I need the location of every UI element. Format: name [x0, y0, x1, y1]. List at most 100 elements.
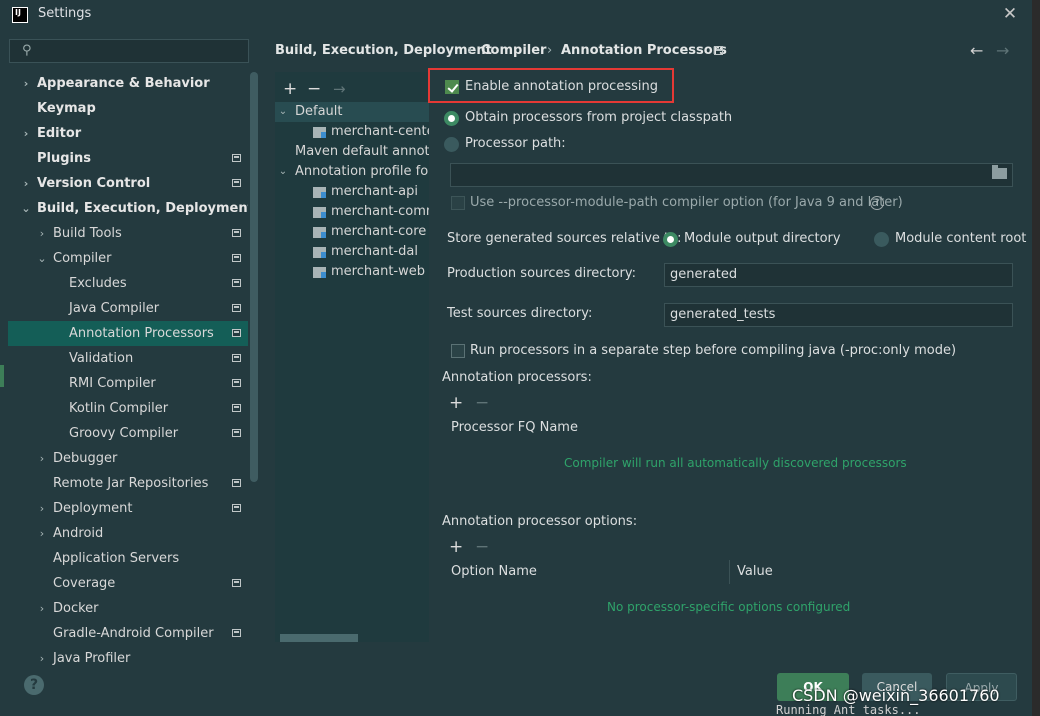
profile-list-item[interactable]: ⌄ Default [275, 102, 429, 122]
option-value-header[interactable]: Value [737, 564, 773, 579]
sidebar-item[interactable]: Java Compiler [8, 296, 248, 321]
project-level-icon [232, 354, 241, 362]
chevron-right-icon[interactable]: › [36, 646, 48, 671]
sidebar-item[interactable]: › Android [8, 521, 248, 546]
chevron-down-icon[interactable]: ⌄ [20, 196, 32, 221]
enable-annotation-checkbox[interactable] [445, 80, 459, 94]
chevron-down-icon[interactable]: ⌄ [36, 246, 48, 271]
sidebar-item[interactable]: Groovy Compiler [8, 421, 248, 446]
sidebar-item[interactable]: Excludes [8, 271, 248, 296]
sidebar-item[interactable]: › Debugger [8, 446, 248, 471]
sidebar-item[interactable]: Annotation Processors [8, 321, 248, 346]
profile-list-item[interactable]: merchant-center [275, 122, 429, 142]
profile-list-item[interactable]: merchant-comm [275, 202, 429, 222]
profile-label: merchant-core [331, 224, 427, 239]
chevron-right-icon[interactable]: › [20, 121, 32, 146]
sidebar-item[interactable]: Remote Jar Repositories [8, 471, 248, 496]
remove-profile-button[interactable]: − [307, 79, 321, 99]
run-separate-checkbox[interactable] [451, 344, 465, 358]
project-level-icon [232, 479, 241, 487]
profile-list-item[interactable]: ⌄ Annotation profile for r [275, 162, 429, 182]
sidebar-item[interactable]: Plugins [8, 146, 248, 171]
profile-list-item[interactable]: merchant-web [275, 262, 429, 282]
profile-label: Annotation profile for r [295, 164, 429, 179]
obtain-classpath-label: Obtain processors from project classpath [465, 110, 733, 125]
processor-module-path-checkbox[interactable] [451, 196, 465, 210]
sidebar-item[interactable]: › Deployment [8, 496, 248, 521]
sidebar-item[interactable]: Application Servers [8, 546, 248, 571]
breadcrumb-annotation-processors: Annotation Processors [561, 43, 727, 58]
back-arrow-icon[interactable]: ← [970, 41, 983, 60]
remove-option-button[interactable]: − [475, 537, 489, 557]
sidebar-item[interactable]: Kotlin Compiler [8, 396, 248, 421]
profiles-panel: + − → ⌄ Default merchant-center Maven defau… [275, 72, 429, 642]
help-question-icon[interactable]: ? [870, 196, 884, 210]
profile-list-item[interactable]: merchant-dal [275, 242, 429, 262]
sidebar-item-label: Build, Execution, Deployment [37, 201, 248, 216]
sidebar-item[interactable]: ⌄ Compiler [8, 246, 248, 271]
profile-list-item[interactable]: Maven default annotati [275, 142, 429, 162]
chevron-right-icon[interactable]: › [36, 596, 48, 621]
processor-path-field[interactable] [450, 163, 1013, 187]
project-level-icon [232, 254, 241, 262]
chevron-right-icon[interactable]: › [36, 521, 48, 546]
chevron-right-icon[interactable]: › [36, 221, 48, 246]
module-content-root-radio[interactable] [874, 232, 889, 247]
sidebar-item-label: Android [53, 526, 104, 541]
help-button[interactable]: ? [24, 675, 44, 695]
chevron-right-icon[interactable]: › [20, 171, 32, 196]
settings-tree: › Appearance & Behavior Keymap › Editor Plugi… [8, 71, 248, 671]
close-icon[interactable]: ✕ [1000, 4, 1020, 24]
processor-module-path-label: Use --processor-module-path compiler opt… [470, 195, 903, 210]
chevron-down-icon[interactable]: ⌄ [277, 162, 289, 182]
annotation-processors-label: Annotation processors: [442, 370, 592, 385]
project-level-icon [232, 379, 241, 387]
sidebar-item[interactable]: Coverage [8, 571, 248, 596]
chevron-down-icon[interactable]: ⌄ [277, 102, 289, 122]
sidebar-item[interactable]: › Java Profiler [8, 646, 248, 671]
sidebar-item[interactable]: Gradle-Android Compiler [8, 621, 248, 646]
sidebar-item[interactable]: › Appearance & Behavior [8, 71, 248, 96]
sidebar-item[interactable]: › Version Control [8, 171, 248, 196]
profiles-horizontal-scrollbar[interactable] [280, 634, 358, 642]
breadcrumb-compiler: Compiler [481, 43, 547, 58]
sidebar-item[interactable]: › Editor [8, 121, 248, 146]
sidebar-item[interactable]: RMI Compiler [8, 371, 248, 396]
chevron-right-icon[interactable]: › [36, 496, 48, 521]
add-processor-button[interactable]: + [449, 393, 463, 413]
sidebar-item[interactable]: Keymap [8, 96, 248, 121]
column-divider[interactable] [729, 560, 730, 584]
sidebar-item[interactable]: › Docker [8, 596, 248, 621]
breadcrumb-menu-icon[interactable] [714, 46, 723, 55]
add-profile-button[interactable]: + [283, 79, 297, 99]
profile-list-item[interactable]: merchant-core [275, 222, 429, 242]
test-dir-field[interactable]: generated_tests [664, 303, 1013, 327]
add-option-button[interactable]: + [449, 537, 463, 557]
forward-arrow-icon[interactable]: → [996, 41, 1009, 60]
store-generated-label: Store generated sources relative to: [447, 231, 682, 246]
sidebar-item-label: Deployment [53, 501, 133, 516]
breadcrumb-build: Build, Execution, Deployment [275, 43, 492, 58]
move-to-profile-button[interactable]: → [333, 80, 346, 98]
module-output-radio[interactable] [663, 232, 678, 247]
chevron-right-icon[interactable]: › [20, 71, 32, 96]
settings-search-input[interactable]: ⚲ [9, 39, 249, 63]
chevron-right-icon[interactable]: › [36, 446, 48, 471]
sidebar-item[interactable]: ⌄ Build, Execution, Deployment [8, 196, 248, 221]
project-level-icon [232, 629, 241, 637]
obtain-classpath-radio[interactable] [444, 111, 459, 126]
module-icon [313, 127, 326, 138]
processor-path-radio[interactable] [444, 137, 459, 152]
sidebar-item[interactable]: › Build Tools [8, 221, 248, 246]
profile-list-item[interactable]: merchant-api [275, 182, 429, 202]
folder-icon[interactable] [992, 165, 1007, 179]
search-icon: ⚲ [22, 43, 32, 58]
option-name-header[interactable]: Option Name [451, 564, 537, 579]
sidebar-scrollbar[interactable] [250, 72, 258, 482]
module-content-root-label: Module content root [895, 231, 1027, 246]
processor-fq-name-header[interactable]: Processor FQ Name [451, 420, 578, 435]
production-dir-field[interactable]: generated [664, 263, 1013, 287]
sidebar-item-label: Appearance & Behavior [37, 76, 210, 91]
sidebar-item[interactable]: Validation [8, 346, 248, 371]
remove-processor-button[interactable]: − [475, 393, 489, 413]
